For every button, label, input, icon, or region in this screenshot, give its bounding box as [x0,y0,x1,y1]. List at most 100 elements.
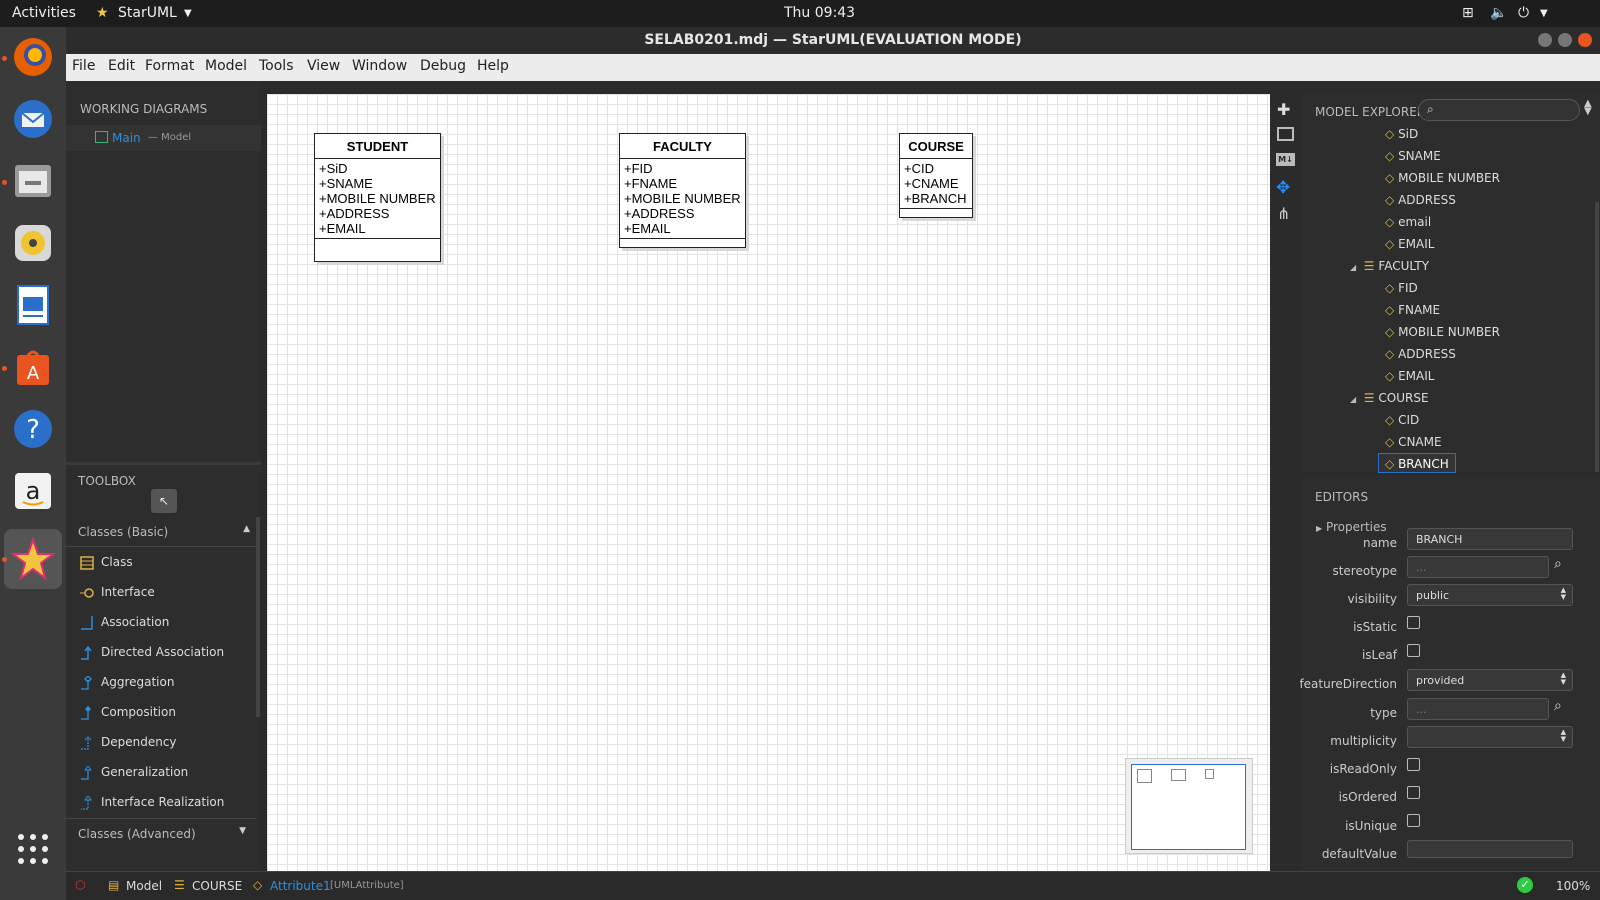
toolbox-scrollbar[interactable] [256,517,260,717]
attribute[interactable]: +FNAME [624,176,741,191]
tool-generalization[interactable]: Generalization [66,758,261,788]
model-cube-icon[interactable]: ⬡ [75,878,85,892]
attribute[interactable]: +FID [624,161,741,176]
attribute[interactable]: +MOBILE NUMBER [624,191,741,206]
thunderbird-icon[interactable] [9,95,57,143]
tree-class-faculty[interactable]: ◢ ☰ FACULTY [1350,256,1429,276]
app-menu-chevron-icon[interactable]: ▼ [184,8,192,19]
breadcrumb-attribute[interactable]: Attribute1 [270,879,331,893]
uml-class-student[interactable]: STUDENT +SiD +SNAME +MOBILE NUMBER +ADDR… [314,133,441,262]
uml-class-faculty[interactable]: FACULTY +FID +FNAME +MOBILE NUMBER +ADDR… [619,133,746,248]
tool-class[interactable]: Class [66,548,261,578]
tool-interface[interactable]: Interface [66,578,261,608]
menu-window[interactable]: Window [352,58,407,74]
minimize-icon[interactable] [1538,33,1552,47]
amazon-icon[interactable]: a [9,467,57,515]
firefox-icon[interactable] [9,33,57,81]
tree-attribute-selected[interactable]: ◇ BRANCH [1378,453,1456,473]
attribute[interactable]: +MOBILE NUMBER [319,191,436,206]
app-menu-button[interactable]: StarUML [118,5,177,21]
collapse-up-icon[interactable]: ▲ [243,524,250,534]
tool-directed-association[interactable]: Directed Association [66,638,261,668]
tool-dependency[interactable]: Dependency [66,728,261,758]
maximize-icon[interactable] [1558,33,1572,47]
attribute[interactable]: +BRANCH [904,191,968,206]
isunique-checkbox[interactable] [1407,814,1420,827]
menu-format[interactable]: Format [145,58,194,74]
class-name[interactable]: STUDENT [315,134,440,159]
show-applications-icon[interactable] [9,825,57,873]
isstatic-checkbox[interactable] [1407,616,1420,629]
sort-icon[interactable]: ▲ ▼ [1584,99,1592,117]
featuredirection-select[interactable]: provided ▲ ▼ [1407,669,1573,691]
menu-view[interactable]: View [307,58,340,74]
attribute[interactable]: +SNAME [319,176,436,191]
operation-compartment[interactable] [315,239,440,261]
extensions-icon[interactable]: ✚ [1277,100,1290,119]
tree-attribute[interactable]: ◇ MOBILE NUMBER [1385,168,1500,188]
minimap-viewport[interactable] [1131,764,1246,850]
system-menu-chevron-icon[interactable]: ▼ [1540,8,1548,19]
expand-down-icon[interactable]: ▼ [239,826,246,836]
close-icon[interactable] [1578,33,1592,47]
explorer-scrollbar[interactable] [1595,202,1599,472]
toolbox-group-basic[interactable]: Classes (Basic) ▲ [66,517,256,547]
menu-file[interactable]: File [72,58,95,74]
select-pointer-tool[interactable]: ↖ [151,489,177,513]
attribute-compartment[interactable]: +CID +CNAME +BRANCH [900,159,972,209]
tree-attribute[interactable]: ◇ CNAME [1385,432,1442,452]
tree-attribute[interactable]: ◇ ADDRESS [1385,190,1456,210]
operation-compartment[interactable] [900,209,972,217]
isordered-checkbox[interactable] [1407,786,1420,799]
zoom-level[interactable]: 100% [1556,879,1590,893]
tree-attribute[interactable]: ◇ FNAME [1385,300,1440,320]
stereotype-field[interactable]: ... [1407,556,1549,578]
class-name[interactable]: FACULTY [620,134,745,159]
breadcrumb-class[interactable]: COURSE [192,879,242,893]
attribute[interactable]: +ADDRESS [624,206,741,221]
tree-attribute[interactable]: ◇ email [1385,212,1431,232]
share-icon[interactable]: ⋔ [1277,204,1290,223]
multiplicity-select[interactable]: ▲ ▼ [1407,726,1573,748]
tree-attribute[interactable]: ◇ MOBILE NUMBER [1385,322,1500,342]
attribute-compartment[interactable]: +SiD +SNAME +MOBILE NUMBER +ADDRESS +EMA… [315,159,440,239]
working-diagram-item[interactable]: Main — Model [66,125,261,151]
software-center-icon[interactable]: A [9,343,57,391]
visibility-select[interactable]: public ▲ ▼ [1407,584,1573,606]
type-field[interactable]: ... [1407,698,1549,720]
libreoffice-writer-icon[interactable] [9,281,57,329]
menu-tools[interactable]: Tools [259,58,294,74]
attribute-compartment[interactable]: +FID +FNAME +MOBILE NUMBER +ADDRESS +EMA… [620,159,745,239]
tool-aggregation[interactable]: Aggregation [66,668,261,698]
breadcrumb-model[interactable]: Model [126,879,162,893]
panel-divider[interactable] [66,462,261,465]
isreadonly-checkbox[interactable] [1407,758,1420,771]
minimap[interactable] [1125,758,1253,854]
tree-attribute[interactable]: ◇ SNAME [1385,146,1441,166]
volume-icon[interactable]: 🔈 [1490,5,1507,21]
isleaf-checkbox[interactable] [1407,644,1420,657]
power-icon[interactable]: ⏻ [1518,5,1529,21]
stereotype-search-icon[interactable]: ⌕ [1554,556,1562,572]
validation-ok-icon[interactable]: ✓ [1517,877,1533,893]
class-name[interactable]: COURSE [900,134,972,159]
tool-composition[interactable]: Composition [66,698,261,728]
menu-model[interactable]: Model [205,58,247,74]
attribute[interactable]: +EMAIL [624,221,741,236]
help-icon[interactable]: ? [9,405,57,453]
toolbox-group-advanced[interactable]: Classes (Advanced) ▼ [66,818,256,848]
tree-attribute[interactable]: ◇ CID [1385,410,1419,430]
menu-debug[interactable]: Debug [420,58,466,74]
tree-attribute[interactable]: ◇ EMAIL [1385,366,1434,386]
markdown-icon[interactable]: M↓ [1276,153,1295,166]
menu-help[interactable]: Help [477,58,509,74]
files-icon[interactable] [9,157,57,205]
menu-edit[interactable]: Edit [108,58,135,74]
tree-attribute[interactable]: ◇ EMAIL [1385,234,1434,254]
layout-icon[interactable] [1277,127,1294,141]
operation-compartment[interactable] [620,239,745,247]
navigator-icon[interactable]: ✥ [1276,178,1290,198]
tree-attribute[interactable]: ◇ FID [1385,278,1418,298]
tool-association[interactable]: Association [66,608,261,638]
attribute[interactable]: +ADDRESS [319,206,436,221]
